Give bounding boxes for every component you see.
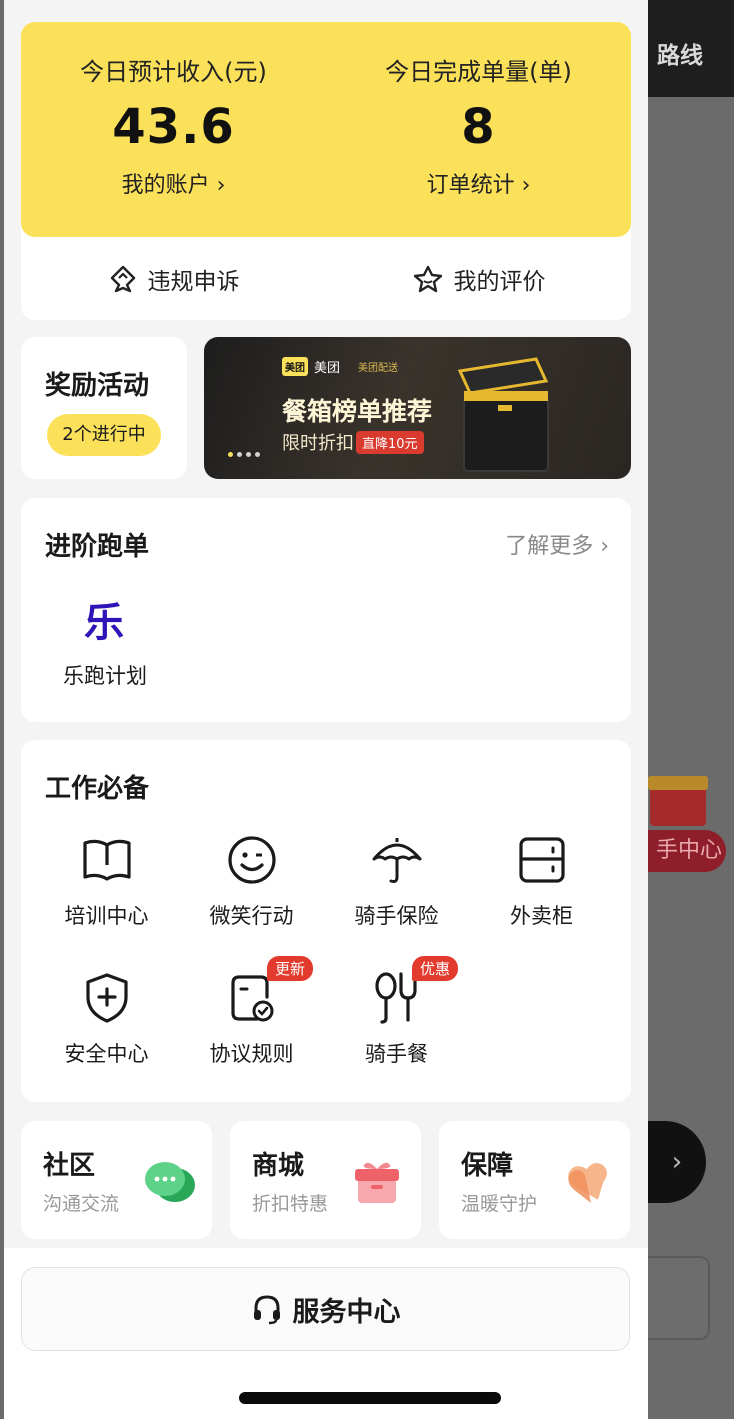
orders-stat: 今日完成单量(单) 8 订单统计 › [326, 52, 631, 199]
work-essentials-title: 工作必备 [45, 774, 150, 804]
banner-brand-name: 美团 [314, 361, 341, 376]
meituan-logo: 美团 [282, 357, 308, 376]
side-drawer: 今日预计收入(元) 43.6 我的账户 › 今日完成单量(单) 8 订单统计 ›… [4, 0, 648, 1419]
income-summary: 今日预计收入(元) 43.6 我的账户 › 今日完成单量(单) 8 订单统计 › [21, 22, 631, 237]
background-panel [648, 1256, 710, 1340]
bottom-bar: 服务中心 [4, 1248, 648, 1419]
tool-rider-meal[interactable]: 优惠 骑手餐 [324, 956, 469, 1068]
heart-icon [568, 1163, 607, 1203]
banner-title: 餐箱榜单推荐 [282, 397, 433, 426]
promo-banner[interactable]: 美团 美团 美团配送 餐箱榜单推荐 限时折扣 直降10元 [204, 337, 631, 479]
tool-safety-center[interactable]: 安全中心 [34, 970, 179, 1068]
shield-icon [85, 973, 128, 1023]
umbrella-icon [372, 838, 421, 883]
community-title: 社区 [43, 1151, 96, 1181]
food-box-image [457, 357, 549, 472]
banner-discount-tag: 直降10元 [356, 430, 424, 454]
tool-label: 骑手餐 [365, 1042, 428, 1066]
protection-subtitle: 温暖守护 [461, 1193, 538, 1215]
community-card[interactable]: 社区 沟通交流 [21, 1121, 212, 1239]
background-center-pill: 手中心 [648, 830, 726, 872]
income-value: 43.6 [112, 99, 235, 155]
book-icon [82, 839, 131, 881]
gift-box-icon [355, 1162, 399, 1203]
income-label: 今日预计收入(元) [80, 58, 267, 86]
banner-subtitle: 限时折扣 [282, 433, 354, 454]
my-reviews-button[interactable]: 我的评价 [326, 237, 631, 320]
lepao-plan-label[interactable]: 乐跑计划 [49, 660, 161, 690]
locker-icon [518, 837, 565, 883]
lepao-plan-icon[interactable]: 乐 [79, 590, 129, 648]
tool-label: 安全中心 [64, 1042, 149, 1066]
background-arrow-button: › [648, 1121, 706, 1203]
smile-icon [227, 836, 276, 884]
reward-status-badge: 2个进行中 [47, 414, 161, 456]
tool-food-locker[interactable]: 外卖柜 [469, 832, 614, 930]
my-account-link[interactable]: 我的账户 › [21, 167, 326, 199]
partner-logo: 美团配送 [358, 363, 399, 374]
headset-icon [253, 1295, 280, 1325]
tool-label: 骑手保险 [354, 904, 439, 928]
orders-value: 8 [461, 99, 496, 155]
tool-training-center[interactable]: 培训中心 [34, 832, 179, 930]
star-icon [413, 265, 442, 292]
income-stat: 今日预计收入(元) 43.6 我的账户 › [21, 52, 326, 199]
appeal-icon [110, 265, 135, 292]
community-subtitle: 沟通交流 [43, 1193, 120, 1215]
banner-subtitle-row: 限时折扣 直降10元 [282, 429, 424, 455]
background-gift-icon [648, 768, 708, 826]
learn-more-link[interactable]: 了解更多 › [505, 528, 609, 560]
reward-activities-card[interactable]: 奖励活动 2个进行中 [21, 337, 187, 479]
tool-rider-insurance[interactable]: 骑手保险 [324, 832, 469, 930]
violation-appeal-label: 违规申诉 [147, 268, 240, 295]
mall-title: 商城 [252, 1151, 305, 1181]
service-center-label: 服务中心 [292, 1296, 401, 1328]
update-badge: 更新 [267, 956, 314, 981]
home-indicator[interactable] [239, 1392, 501, 1404]
advanced-running-title: 进阶跑单 [45, 532, 150, 562]
work-essentials-card: 工作必备 培训中心 微笑行动 骑手保险 外卖柜 安全中心 更新 协议规则 优惠 [21, 740, 631, 1102]
tool-label: 培训中心 [64, 904, 149, 928]
mall-subtitle: 折扣特惠 [252, 1193, 329, 1215]
carousel-indicator [228, 452, 260, 457]
orders-label: 今日完成单量(单) [385, 58, 572, 86]
tool-label: 外卖柜 [510, 904, 573, 928]
service-center-button[interactable]: 服务中心 [21, 1267, 630, 1351]
chat-bubble-icon [145, 1162, 195, 1202]
banner-brand: 美团 美团 美团配送 [282, 357, 398, 376]
discount-badge: 优惠 [412, 956, 459, 981]
tool-label: 协议规则 [209, 1042, 294, 1066]
advanced-running-card: 进阶跑单 了解更多 › 乐 乐跑计划 [21, 498, 631, 722]
tool-label: 微笑行动 [209, 904, 294, 928]
reward-title: 奖励活动 [45, 371, 150, 401]
tool-smile-action[interactable]: 微笑行动 [179, 832, 324, 930]
background-route-label: 路线 [657, 43, 703, 69]
mall-card[interactable]: 商城 折扣特惠 [230, 1121, 421, 1239]
violation-appeal-button[interactable]: 违规申诉 [21, 237, 326, 320]
protection-card[interactable]: 保障 温暖守护 [439, 1121, 630, 1239]
order-stats-link[interactable]: 订单统计 › [326, 167, 631, 199]
income-card: 今日预计收入(元) 43.6 我的账户 › 今日完成单量(单) 8 订单统计 ›… [21, 22, 631, 320]
tool-agreement-rules[interactable]: 更新 协议规则 [179, 956, 324, 1068]
protection-title: 保障 [461, 1151, 514, 1181]
my-reviews-label: 我的评价 [453, 268, 546, 295]
